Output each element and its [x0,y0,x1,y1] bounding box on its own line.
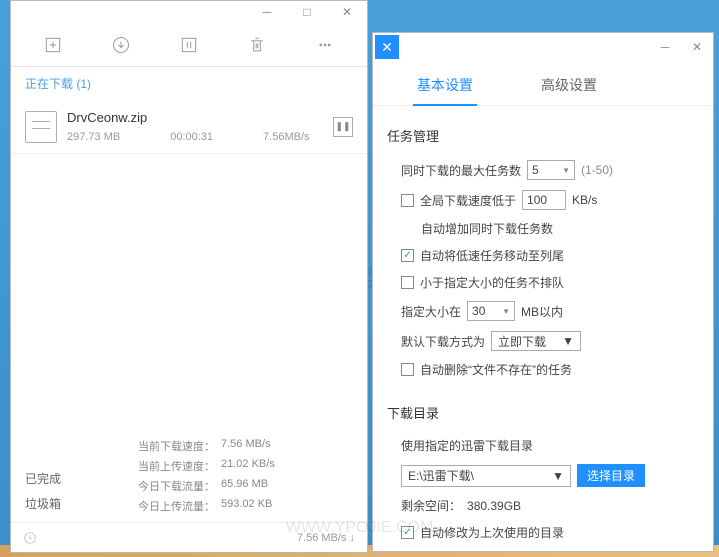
chevron-down-icon: ▼ [552,469,564,483]
minimize-button[interactable]: ─ [649,37,681,57]
download-speed: 7.56MB/s [263,131,309,143]
file-icon [25,111,57,143]
tab-advanced[interactable]: 高级设置 [537,69,601,105]
auto-increase-label: 自动增加同时下载任务数 [421,220,553,237]
max-tasks-label: 同时下载的最大任务数 [401,162,521,179]
dl-dir-title: 下载目录 [387,403,699,422]
settings-window: ✕ ─ ✕ 基本设置 高级设置 任务管理 同时下载的最大任务数 5▼ (1-50… [372,32,714,552]
maximize-button[interactable]: □ [291,2,323,22]
close-button[interactable]: ✕ [681,37,713,57]
size-select[interactable]: 30▼ [467,301,515,321]
choose-dir-button[interactable]: 选择目录 [577,464,645,487]
ul-speed-value: 21.02 KB/s [215,458,353,474]
use-thunder-label: 使用指定的迅雷下载目录 [401,437,533,454]
elapsed-time: 00:00:31 [170,131,213,143]
global-limit-unit: KB/s [572,193,597,207]
ul-today-label: 今日上传流量： [125,498,215,514]
pause-button[interactable] [155,23,223,67]
clock-icon[interactable] [23,531,37,545]
settings-body: 任务管理 同时下载的最大任务数 5▼ (1-50) 全局下载速度低于 100 K… [373,106,713,551]
minimize-button[interactable]: ─ [251,2,283,22]
dl-speed-label: 当前下载速度： [125,438,215,454]
tab-basic[interactable]: 基本设置 [413,69,477,105]
auto-delete-label: 自动删除“文件不存在”的任务 [420,361,572,378]
move-slow-checkbox[interactable] [401,249,414,262]
trash-link[interactable]: 垃圾箱 [25,491,97,516]
free-space-label: 剩余空间： [401,497,461,514]
global-limit-input[interactable]: 100 [522,190,566,210]
file-size: 297.73 MB [67,131,120,143]
ul-today-value: 593.02 KB [215,498,353,514]
no-queue-small-label: 小于指定大小的任务不排队 [420,274,564,291]
delete-button[interactable] [223,23,291,67]
settings-titlebar: ✕ ─ ✕ [373,33,713,61]
max-tasks-range: (1-50) [581,163,613,177]
file-name: DrvCeonw.zip [67,110,323,125]
auto-delete-checkbox[interactable] [401,363,414,376]
auto-change-checkbox[interactable] [401,526,414,539]
download-window: ─ □ ✕ 正在下载 (1) DrvCeonw.zip 297.73 MB 00… [10,0,368,553]
dl-today-value: 65.96 MB [215,478,353,494]
max-tasks-select[interactable]: 5▼ [527,160,575,180]
close-button[interactable]: ✕ [331,2,363,22]
tabs: 基本设置 高级设置 [373,61,713,106]
chevron-down-icon: ▼ [502,307,510,316]
toolbar [11,23,367,67]
size-unit: MB以内 [521,303,563,320]
dl-speed-value: 7.56 MB/s [215,438,353,454]
chevron-down-icon: ▼ [562,334,574,348]
footer-speed: 7.56 MB/s [297,532,347,544]
download-item[interactable]: DrvCeonw.zip 297.73 MB 00:00:31 7.56MB/s… [11,100,367,154]
free-space-value: 380.39GB [467,499,521,513]
path-select[interactable]: E:\迅雷下载\▼ [401,465,571,487]
new-task-button[interactable] [19,23,87,67]
start-button[interactable] [87,23,155,67]
footer: 7.56 MB/s ↓ [11,522,367,552]
completed-link[interactable]: 已完成 [25,466,97,491]
task-mgmt-title: 任务管理 [387,126,699,145]
auto-change-label: 自动修改为上次使用的目录 [420,524,564,541]
no-queue-small-checkbox[interactable] [401,276,414,289]
close-icon[interactable]: ✕ [375,35,399,59]
item-pause-button[interactable]: ❚❚ [333,117,353,137]
chevron-down-icon: ▼ [562,166,570,175]
down-arrow-icon: ↓ [350,532,356,544]
download-body: DrvCeonw.zip 297.73 MB 00:00:31 7.56MB/s [67,110,323,143]
dl-today-label: 今日下载流量： [125,478,215,494]
downloading-header: 正在下载 (1) [11,67,367,100]
titlebar: ─ □ ✕ [11,1,367,23]
size-label: 指定大小在 [401,303,461,320]
global-limit-checkbox[interactable] [401,194,414,207]
default-mode-select[interactable]: 立即下载▼ [491,331,581,351]
more-button[interactable] [291,23,359,67]
move-slow-label: 自动将低速任务移动至列尾 [420,247,564,264]
global-limit-label: 全局下载速度低于 [420,192,516,209]
ul-speed-label: 当前上传速度： [125,458,215,474]
default-mode-label: 默认下载方式为 [401,333,485,350]
